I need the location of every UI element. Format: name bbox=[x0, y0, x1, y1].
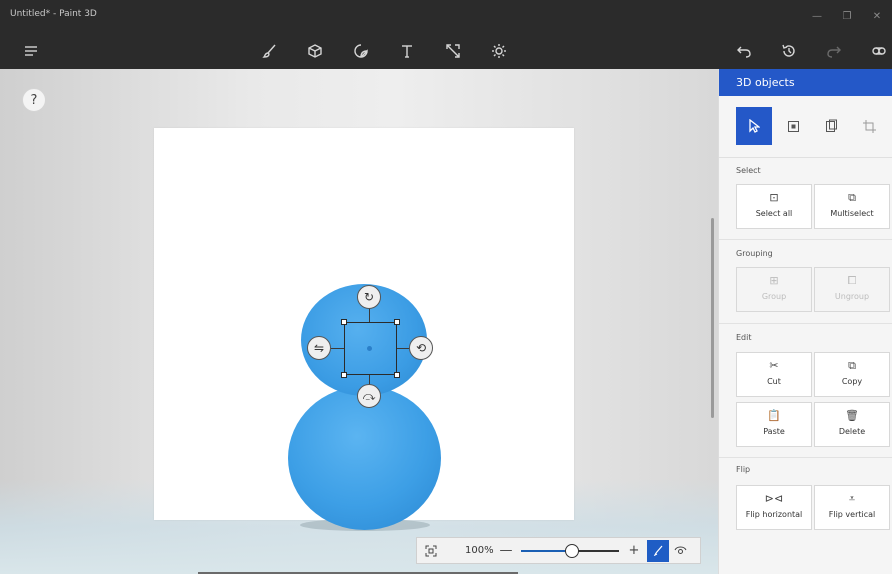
section-select-title: Select bbox=[736, 166, 761, 175]
select-all-label: Select all bbox=[755, 209, 793, 218]
group-icon: ⊞ bbox=[769, 274, 779, 287]
zoom-slider-thumb[interactable] bbox=[565, 543, 579, 558]
select-all-icon: ⊡ bbox=[769, 191, 779, 204]
flip-vertical-button[interactable]: ⩡ Flip vertical bbox=[814, 485, 890, 530]
section-edit-title: Edit bbox=[736, 333, 752, 342]
delete-button[interactable]: 🗑 Delete bbox=[814, 402, 890, 447]
divider bbox=[719, 239, 892, 240]
flip-vertical-icon: ⩡ bbox=[848, 492, 856, 505]
maximize-button[interactable]: ❐ bbox=[832, 0, 862, 32]
canvas-icon[interactable] bbox=[440, 38, 466, 64]
divider bbox=[719, 457, 892, 458]
multiselect-button[interactable]: ⧉ Multiselect bbox=[814, 184, 890, 229]
text-icon[interactable] bbox=[394, 38, 420, 64]
cut-label: Cut bbox=[767, 377, 781, 386]
edit-view-button[interactable] bbox=[647, 539, 669, 562]
main-toolbar bbox=[0, 32, 892, 69]
flip-vertical-label: Flip vertical bbox=[828, 510, 876, 519]
side-panel: 3D objects Select ⊡ Select all ⧉ Multise… bbox=[718, 69, 892, 574]
effects-icon[interactable] bbox=[486, 38, 512, 64]
hamburger-menu-icon[interactable] bbox=[18, 38, 44, 64]
gizmo-connector-top bbox=[369, 308, 370, 322]
paste-label: Paste bbox=[763, 427, 785, 436]
rotate-z-gizmo[interactable]: ↻ bbox=[357, 285, 381, 309]
vertical-scrollbar[interactable] bbox=[711, 218, 714, 418]
mixed-reality-view-icon[interactable] bbox=[669, 540, 691, 562]
paste-button[interactable]: 📋 Paste bbox=[736, 402, 812, 447]
panel-title: 3D objects bbox=[719, 69, 892, 96]
zoom-bar: 100% — + bbox=[416, 537, 701, 564]
redo-icon[interactable] bbox=[821, 38, 847, 64]
help-button[interactable]: ? bbox=[22, 88, 46, 112]
cut-button[interactable]: ✂ Cut bbox=[736, 352, 812, 397]
gizmo-connector-left bbox=[331, 348, 344, 349]
3d-shapes-icon[interactable] bbox=[302, 38, 328, 64]
section-grouping-title: Grouping bbox=[736, 249, 773, 258]
ungroup-button[interactable]: ⧠ Ungroup bbox=[814, 267, 890, 312]
paste-icon: 📋 bbox=[767, 409, 781, 422]
flip-horizontal-label: Flip horizontal bbox=[745, 510, 803, 519]
brush-icon[interactable] bbox=[257, 38, 283, 64]
zoom-out-button[interactable]: — bbox=[499, 543, 513, 558]
fit-to-screen-icon[interactable] bbox=[417, 538, 445, 563]
copy-label: Copy bbox=[841, 377, 863, 386]
multiselect-icon: ⧉ bbox=[848, 191, 856, 204]
select-all-button[interactable]: ⊡ Select all bbox=[736, 184, 812, 229]
select-box-icon[interactable] bbox=[775, 107, 811, 145]
window-title: Untitled* - Paint 3D bbox=[10, 9, 97, 19]
history-icon[interactable] bbox=[776, 38, 802, 64]
copy-icon: ⧉ bbox=[848, 359, 856, 372]
section-flip-title: Flip bbox=[736, 465, 751, 474]
multiselect-label: Multiselect bbox=[830, 209, 874, 218]
ungroup-icon: ⧠ bbox=[847, 274, 857, 287]
delete-label: Delete bbox=[838, 427, 866, 436]
copy-button[interactable]: ⧉ Copy bbox=[814, 352, 890, 397]
trash-icon: 🗑 bbox=[845, 409, 859, 422]
group-label: Group bbox=[761, 292, 787, 301]
minimize-button[interactable]: — bbox=[802, 0, 832, 32]
resize-handle-top-left[interactable] bbox=[341, 319, 347, 325]
zoom-slider-rest bbox=[572, 549, 619, 552]
group-button[interactable]: ⊞ Group bbox=[736, 267, 812, 312]
ungroup-label: Ungroup bbox=[834, 292, 870, 301]
gizmo-connector-right bbox=[397, 348, 409, 349]
flip-horizontal-icon: ⊳⊲ bbox=[764, 492, 784, 505]
depth-gizmo[interactable]: ⤼ bbox=[357, 384, 381, 408]
window-controls: — ❐ ✕ bbox=[802, 0, 892, 32]
selection-center bbox=[367, 346, 372, 351]
stickers-icon[interactable] bbox=[348, 38, 374, 64]
select-mode-icon[interactable] bbox=[736, 107, 772, 145]
zoom-in-button[interactable]: + bbox=[627, 543, 641, 558]
snowman-bottom-sphere[interactable] bbox=[288, 386, 441, 530]
flip-horizontal-button[interactable]: ⊳⊲ Flip horizontal bbox=[736, 485, 812, 530]
remix3d-icon[interactable] bbox=[866, 38, 892, 64]
resize-handle-top-right[interactable] bbox=[394, 319, 400, 325]
scissors-icon: ✂ bbox=[769, 359, 779, 372]
crop-icon[interactable] bbox=[851, 107, 887, 145]
title-bar: Untitled* - Paint 3D — ❐ ✕ bbox=[0, 0, 892, 32]
resize-handle-bottom-right[interactable] bbox=[394, 372, 400, 378]
undo-icon[interactable] bbox=[731, 38, 757, 64]
close-button[interactable]: ✕ bbox=[862, 0, 892, 32]
paste-mode-icon[interactable] bbox=[813, 107, 849, 145]
rotate-x-gizmo[interactable]: ⟲ bbox=[409, 336, 433, 360]
divider bbox=[719, 323, 892, 324]
resize-handle-bottom-left[interactable] bbox=[341, 372, 347, 378]
mode-tabs bbox=[719, 96, 892, 158]
zoom-level: 100% bbox=[465, 545, 494, 556]
zoom-slider[interactable] bbox=[521, 543, 619, 558]
rotate-y-gizmo[interactable]: ⇋ bbox=[307, 336, 331, 360]
